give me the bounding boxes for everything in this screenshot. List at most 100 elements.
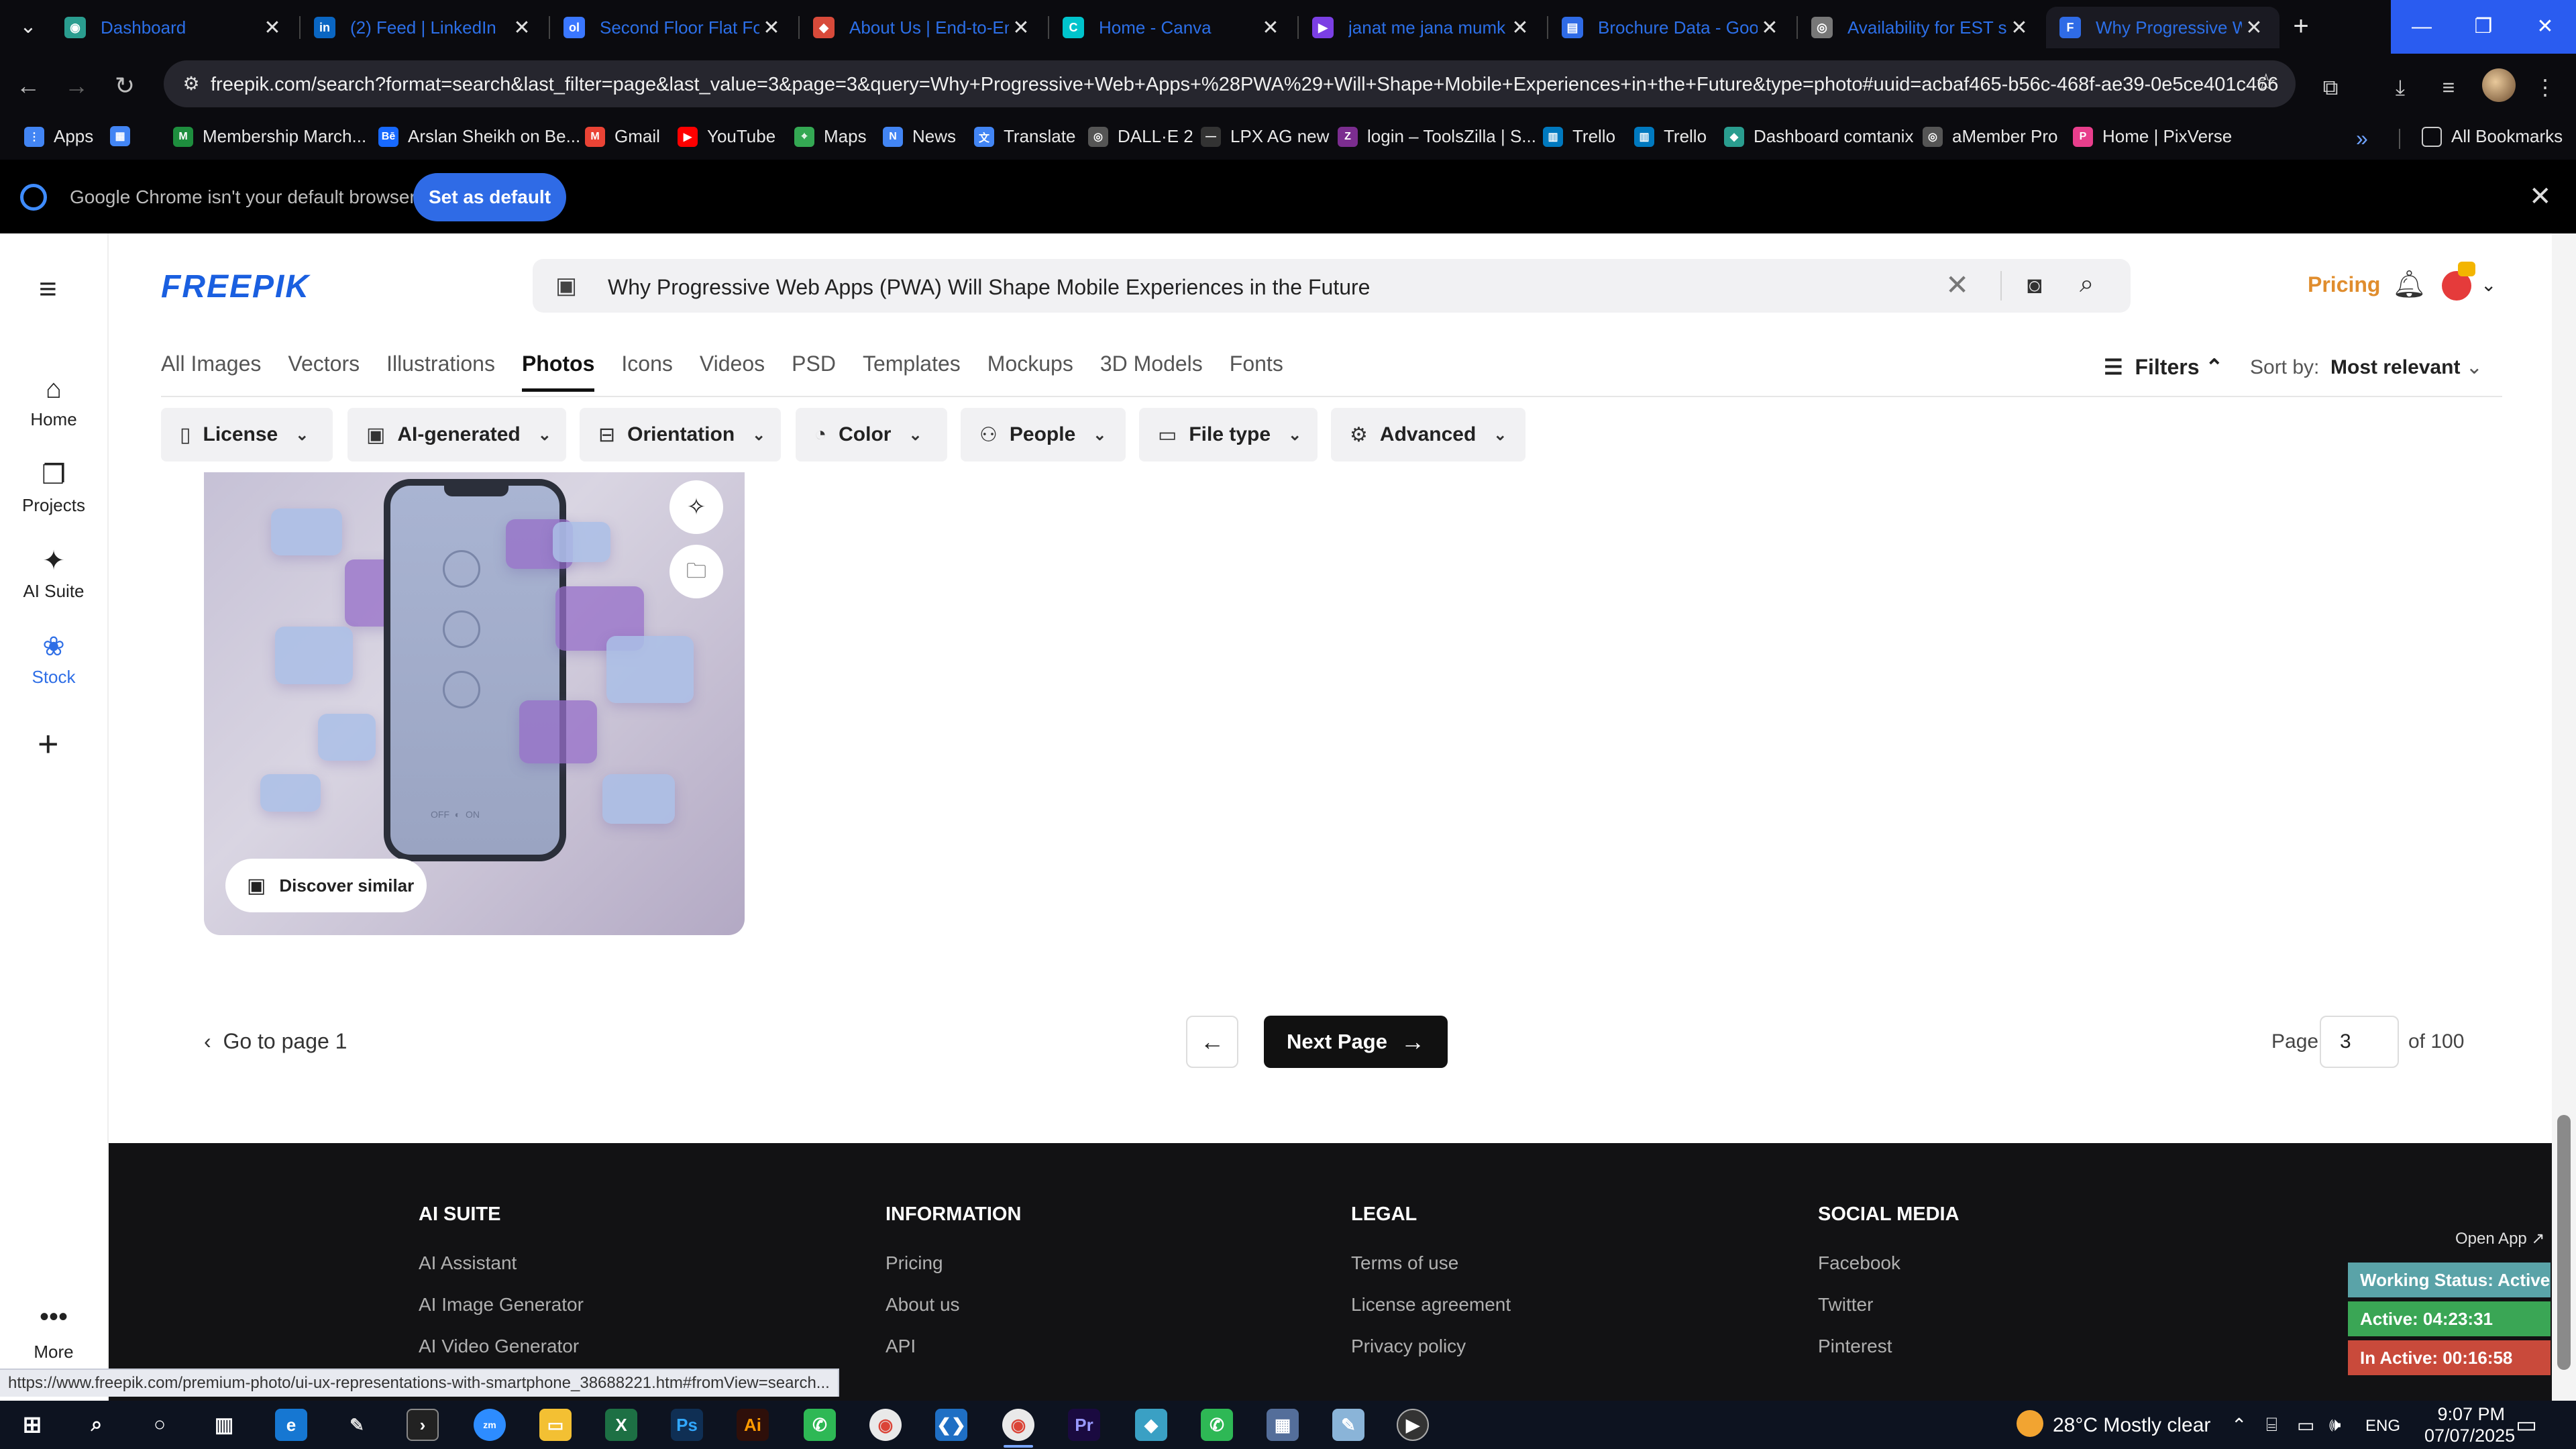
reload-button[interactable]: ↻ (107, 68, 142, 103)
browser-tab[interactable]: ◉ Dashboard ✕ (51, 7, 298, 48)
close-icon[interactable]: ✕ (2007, 16, 2031, 40)
chrome-icon[interactable]: ◉ (1002, 1409, 1034, 1441)
bookmark-item[interactable]: Bē Arslan Sheikh on Be... (378, 126, 580, 147)
footer-link[interactable]: About us (885, 1294, 1021, 1336)
windows-start-icon[interactable]: ⊞ (16, 1409, 48, 1441)
close-icon[interactable]: ✕ (2529, 181, 2552, 212)
menu-icon[interactable]: ≡ (39, 273, 66, 304)
go-to-first-page[interactable]: ‹ Go to page 1 (204, 1029, 347, 1054)
photoshop-icon[interactable]: Ps (671, 1409, 703, 1441)
tray-overflow-icon[interactable]: ⌃ (2231, 1414, 2247, 1436)
bookmark-item[interactable]: M Membership March... (173, 126, 366, 147)
tab-search-icon[interactable]: ⌄ (9, 9, 47, 44)
tab-templates[interactable]: Templates (863, 352, 961, 392)
address-bar[interactable]: ⚙ freepik.com/search?format=search&last_… (164, 60, 2296, 107)
language-indicator[interactable]: ENG (2365, 1417, 2400, 1436)
discover-similar-button[interactable]: ▣ Discover similar (225, 859, 427, 912)
search-icon[interactable]: ⌕ (2080, 270, 2094, 299)
restore-button[interactable]: ❐ (2453, 0, 2514, 54)
browser-tab-active[interactable]: F Why Progressive Web ✕ (2046, 7, 2279, 48)
tab-mockups[interactable]: Mockups (987, 352, 1073, 392)
tab-photos[interactable]: Photos (521, 352, 595, 392)
browser-tab[interactable]: ◆ About Us | End-to-En ✕ (800, 7, 1046, 48)
vscode-icon[interactable]: ❮❯ (935, 1409, 967, 1441)
bookmark-apps[interactable]: ⋮ Apps (24, 126, 93, 147)
footer-link[interactable]: Twitter (1818, 1294, 1960, 1336)
bookmark-item[interactable]: ⌖ Maps (794, 126, 867, 147)
search-bar[interactable]: ▣ Why Progressive Web Apps (PWA) Will Sh… (533, 259, 2131, 313)
bookmark-item[interactable]: ▶ YouTube (678, 126, 775, 147)
search-icon[interactable]: ⌕ (80, 1409, 113, 1441)
close-icon[interactable]: ✕ (1758, 16, 1782, 40)
footer-link[interactable]: Pricing (885, 1252, 1021, 1294)
close-icon[interactable]: ✕ (1258, 16, 1283, 40)
browser-tab[interactable]: ol Second Floor Flat For ✕ (550, 7, 797, 48)
media-control-icon[interactable]: ≡ (2432, 71, 2465, 103)
phone-app-icon[interactable]: ✆ (804, 1409, 836, 1441)
previous-page-button[interactable]: ← (1186, 1016, 1238, 1068)
bookmark-item[interactable]: M Gmail (585, 126, 660, 147)
page-scrollbar[interactable] (2552, 233, 2576, 1401)
rail-item-projects[interactable]: ❐ Projects (0, 458, 107, 516)
weather-widget[interactable]: 28°C Mostly clear (2017, 1410, 2210, 1438)
footer-link[interactable]: API (885, 1336, 1021, 1377)
task-view-icon[interactable]: ▥ (208, 1409, 240, 1441)
rail-item-ai-suite[interactable]: ✦ AI Suite (0, 543, 107, 602)
tab-icons[interactable]: Icons (621, 352, 672, 392)
rail-item-stock[interactable]: ❀ Stock (0, 629, 107, 688)
bookmark-star-icon[interactable]: ☆ (2255, 68, 2277, 97)
pen-icon[interactable]: ✎ (341, 1409, 373, 1441)
camera-search-icon[interactable]: ◙ (2027, 271, 2042, 299)
close-window-button[interactable]: ✕ (2514, 0, 2576, 54)
tab-illustrations[interactable]: Illustrations (386, 352, 495, 392)
tab-fonts[interactable]: Fonts (1230, 352, 1283, 392)
tab-all-images[interactable]: All Images (161, 352, 261, 392)
download-icon[interactable]: ⤓ (2384, 71, 2416, 103)
filter-file-type[interactable]: ▭ File type ⌄ (1139, 408, 1318, 462)
filters-toggle[interactable]: ☰ Filters ⌃ (2104, 354, 2223, 380)
notification-icon[interactable]: ▭ (2516, 1411, 2537, 1438)
ai-edit-icon[interactable]: ✧ (669, 480, 723, 534)
back-button[interactable]: ← (11, 68, 46, 103)
bookmark-item[interactable]: ◎ aMember Pro (1923, 126, 2058, 147)
network-icon[interactable]: ▭ (2297, 1414, 2314, 1436)
browser-tab[interactable]: C Home - Canva ✕ (1049, 7, 1296, 48)
bookmark-item[interactable]: ▥ Trello (1543, 126, 1615, 147)
all-bookmarks[interactable]: All Bookmarks (2422, 126, 2563, 147)
image-type-icon[interactable]: ▣ (555, 272, 577, 299)
minimize-button[interactable]: — (2391, 0, 2453, 54)
filter-color[interactable]: ◔ Color ⌄ (796, 408, 947, 462)
bookmark-item[interactable]: ◆ Dashboard comtanix (1724, 126, 1913, 147)
browser-tab[interactable]: ▤ Brochure Data - Goo ✕ (1548, 7, 1795, 48)
filter-ai-generated[interactable]: ▣ AI-generated ⌄ (347, 408, 566, 462)
open-app-link[interactable]: Open App ↗ (2455, 1229, 2545, 1248)
footer-link[interactable]: Pinterest (1818, 1336, 1960, 1377)
clear-search-icon[interactable]: ✕ (1945, 268, 1969, 301)
close-icon[interactable]: ✕ (510, 16, 534, 40)
bookmark-item[interactable]: — LPX AG new (1201, 126, 1329, 147)
pricing-link[interactable]: Pricing (2308, 272, 2380, 297)
filter-people[interactable]: ⚇ People ⌄ (961, 408, 1126, 462)
save-collection-icon[interactable]: 🗀︎ (669, 545, 723, 598)
bookmark-item[interactable]: 文 Translate (974, 126, 1075, 147)
rail-item-more[interactable]: ••• More (0, 1303, 107, 1362)
file-explorer-icon[interactable]: ▭ (539, 1409, 572, 1441)
close-icon[interactable]: ✕ (1009, 16, 1033, 40)
tab-videos[interactable]: Videos (700, 352, 765, 392)
extension-icon[interactable]: ⧉ (2314, 71, 2347, 103)
tab-vectors[interactable]: Vectors (288, 352, 360, 392)
site-settings-icon[interactable]: ⚙ (174, 67, 208, 101)
calculator-icon[interactable]: ▦ (1267, 1409, 1299, 1441)
close-icon[interactable]: ✕ (2242, 16, 2266, 40)
profile-avatar[interactable] (2482, 68, 2516, 102)
page-number-input[interactable]: 3 (2320, 1016, 2399, 1068)
volume-icon[interactable]: 🕪︎ (2329, 1414, 2341, 1436)
forward-button[interactable]: → (59, 68, 94, 103)
terminal-icon[interactable]: › (407, 1409, 439, 1441)
more-bookmarks-icon[interactable]: » (2356, 126, 2368, 151)
bookmark-tab-groups[interactable]: ▦ (110, 126, 140, 146)
footer-link[interactable]: Privacy policy (1351, 1336, 1511, 1377)
freepik-logo[interactable]: FREEPIK (161, 268, 310, 305)
taskbar-clock[interactable]: 9:07 PM 07/07/2025 (2424, 1403, 2515, 1446)
new-tab-button[interactable]: + (2284, 9, 2318, 44)
